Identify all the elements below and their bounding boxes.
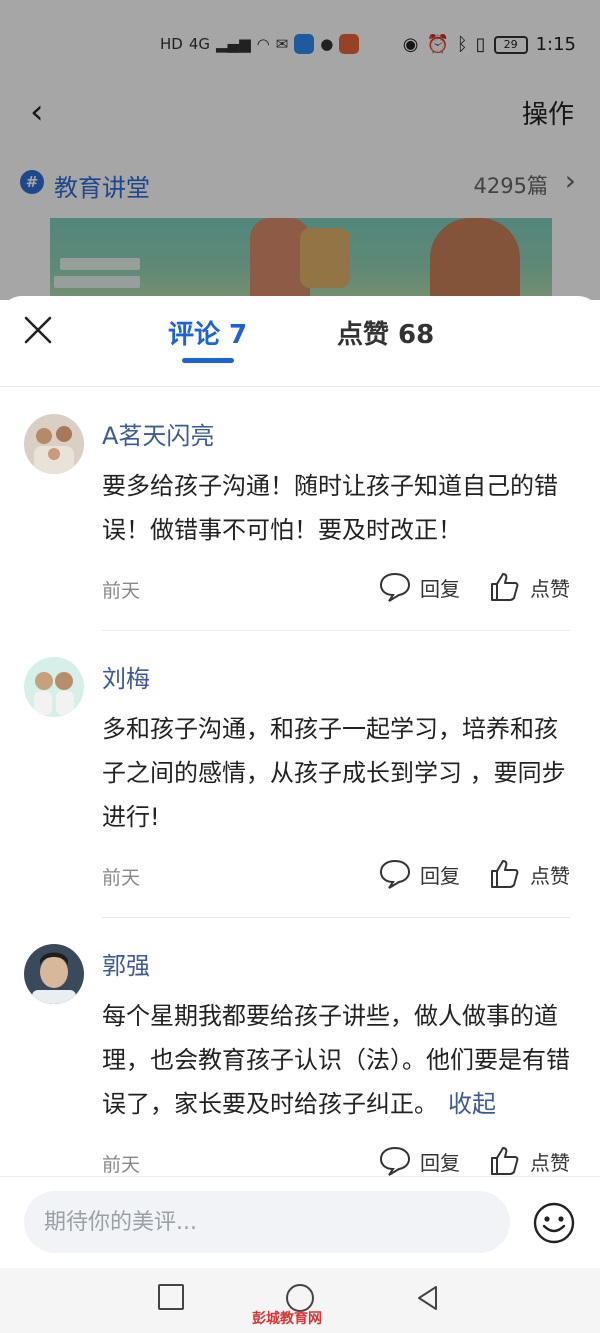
comment-time: 前天: [102, 867, 141, 889]
active-tab-indicator: [182, 358, 234, 363]
thumbs-up-icon: [491, 860, 519, 888]
avatar[interactable]: [24, 944, 84, 1004]
like-label: 点赞: [530, 863, 570, 888]
emoji-icon[interactable]: [532, 1201, 576, 1245]
sheet-header: 评论 7 点赞 68: [0, 296, 600, 366]
reply-button[interactable]: 回复: [378, 1144, 460, 1178]
like-button[interactable]: 点赞: [488, 1144, 570, 1178]
close-icon[interactable]: [24, 316, 52, 344]
avatar[interactable]: [24, 414, 84, 474]
tab-comments[interactable]: 评论 7: [168, 314, 247, 351]
background-page: HD 4G ▂▄▆ ◠ ✉ ● ◉ ⏰ ᛒ ▯ 29 1:15 ‹ 操作 # 教…: [0, 0, 600, 300]
like-label: 点赞: [530, 576, 570, 601]
comment-text-body: 每个星期我都要给孩子讲些，做人做事的道理，也会教育孩子认识（法）。他们要是有错误…: [102, 1002, 570, 1118]
tab-likes[interactable]: 点赞 68: [337, 314, 434, 351]
speech-bubble-icon: [379, 1146, 411, 1176]
comment-text: 要多给孩子沟通！随时让孩子知道自己的错误！做错事不可怕！要及时改正！: [102, 472, 558, 544]
speech-bubble-icon: [379, 859, 411, 889]
comment-username[interactable]: A茗天闪亮: [102, 414, 570, 458]
reply-button[interactable]: 回复: [378, 857, 460, 891]
comment-input-bar: [0, 1176, 600, 1268]
comment-text: 每个星期我都要给孩子讲些，做人做事的道理，也会教育孩子认识（法）。他们要是有错误…: [102, 994, 570, 1126]
comment-time: 前天: [102, 580, 141, 602]
speech-bubble-icon: [379, 572, 411, 602]
comment-item: 刘梅 多和孩子沟通，和孩子一起学习，培养和孩子之间的感情，从孩子成长到学习 ，要…: [0, 631, 600, 918]
recents-button[interactable]: [158, 1284, 184, 1310]
like-label: 点赞: [530, 1150, 570, 1175]
avatar[interactable]: [24, 657, 84, 717]
divider: [0, 386, 600, 387]
back-triangle-icon[interactable]: [414, 1284, 442, 1312]
avatar-image: [24, 944, 84, 1004]
comment-list: A茗天闪亮 要多给孩子沟通！随时让孩子知道自己的错误！做错事不可怕！要及时改正！…: [0, 388, 600, 1190]
comment-item: 郭强 每个星期我都要给孩子讲些，做人做事的道理，也会教育孩子认识（法）。他们要是…: [0, 918, 600, 1190]
comment-username[interactable]: 郭强: [102, 944, 570, 988]
thumbs-up-icon: [491, 1147, 519, 1175]
reply-label: 回复: [420, 576, 460, 601]
watermark-logo: 彭城教育网: [252, 1311, 322, 1327]
comment-meta: 前天 回复 点赞: [102, 562, 570, 616]
like-button[interactable]: 点赞: [488, 857, 570, 891]
avatar-image: [24, 414, 84, 474]
avatar-image: [24, 657, 84, 717]
comment-time: 前天: [102, 1154, 141, 1176]
reply-button[interactable]: 回复: [378, 570, 460, 604]
comment-meta: 前天 回复 点赞: [102, 849, 570, 903]
comment-input[interactable]: [24, 1191, 510, 1253]
thumbs-up-icon: [491, 573, 519, 601]
reply-label: 回复: [420, 863, 460, 888]
comment-item: A茗天闪亮 要多给孩子沟通！随时让孩子知道自己的错误！做错事不可怕！要及时改正！…: [0, 388, 600, 631]
comment-username[interactable]: 刘梅: [102, 657, 570, 701]
system-nav-bar: 彭城教育网: [0, 1268, 600, 1333]
modal-overlay[interactable]: [0, 0, 600, 300]
comment-text: 多和孩子沟通，和孩子一起学习，培养和孩子之间的感情，从孩子成长到学习 ，要同步进…: [102, 715, 566, 831]
like-button[interactable]: 点赞: [488, 570, 570, 604]
collapse-link[interactable]: 收起: [448, 1090, 496, 1118]
reply-label: 回复: [420, 1150, 460, 1175]
